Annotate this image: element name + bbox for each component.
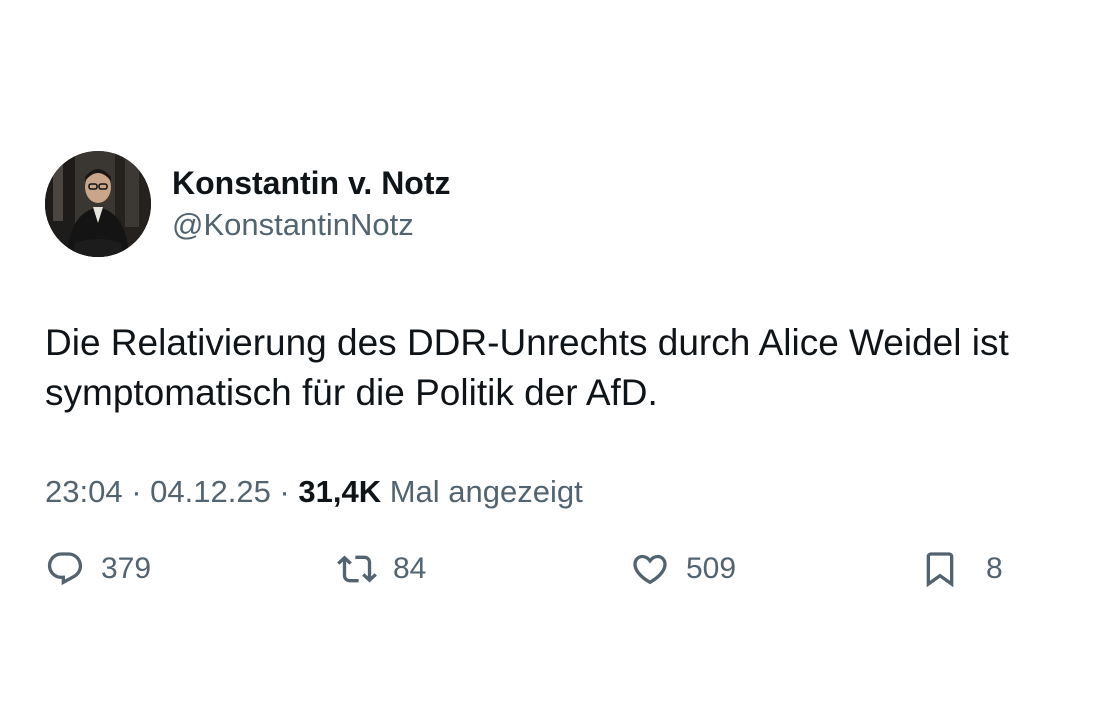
reply-button[interactable]: 379 <box>45 545 151 593</box>
tweet-card: Konstantin v. Notz @KonstantinNotz Die R… <box>0 0 1098 727</box>
bookmark-count: 8 <box>986 552 1003 585</box>
views-count: 31,4K <box>298 474 382 509</box>
reply-count: 379 <box>101 552 152 585</box>
author-display-name[interactable]: Konstantin v. Notz <box>172 163 451 203</box>
tweet-date[interactable]: 04.12.25 <box>150 474 271 509</box>
tweet-meta: 23:04 · 04.12.25 · 31,4K Mal angezeigt <box>45 472 583 512</box>
retweet-icon <box>337 555 377 583</box>
like-count: 509 <box>686 552 737 585</box>
views-label: Mal angezeigt <box>381 474 583 509</box>
bookmark-button[interactable]: 8 <box>920 545 1003 593</box>
retweet-button[interactable]: 84 <box>337 545 426 593</box>
author-handle[interactable]: @KonstantinNotz <box>172 205 414 245</box>
like-button[interactable]: 509 <box>630 545 736 593</box>
tweet-time[interactable]: 23:04 <box>45 474 123 509</box>
avatar-photo <box>45 151 151 257</box>
meta-separator: · <box>270 474 299 509</box>
retweet-count: 84 <box>393 552 427 585</box>
heart-icon <box>633 554 667 585</box>
avatar[interactable] <box>45 151 151 257</box>
reply-icon <box>47 552 83 586</box>
bookmark-icon <box>926 552 954 588</box>
action-bar: 379 84 509 8 <box>0 545 1098 593</box>
tweet-text: Die Relativierung des DDR-Unrechts durch… <box>45 322 1009 413</box>
meta-separator: · <box>122 474 151 509</box>
